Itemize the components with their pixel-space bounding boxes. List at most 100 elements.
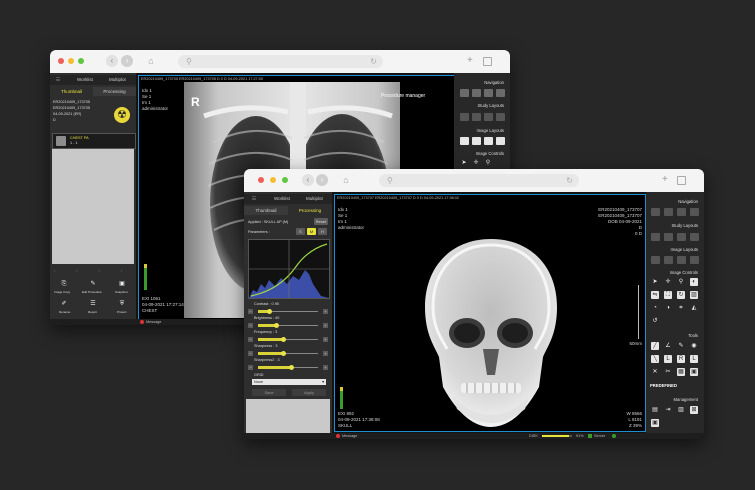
image-layout-tile[interactable] <box>664 256 673 264</box>
forward-arrow-icon[interactable]: › <box>316 174 328 186</box>
study-layout-tile[interactable] <box>651 233 660 241</box>
rotate-icon[interactable]: ↻ <box>677 291 685 299</box>
ruler-icon[interactable]: ╱ <box>651 342 659 350</box>
tab-worklist[interactable]: Worklist <box>77 75 93 85</box>
pan-icon[interactable]: ✛ <box>664 278 672 286</box>
study-layout-tile[interactable] <box>664 233 673 241</box>
new-tab-icon[interactable]: + <box>467 55 473 67</box>
save-icon[interactable]: ▣ <box>651 419 659 427</box>
report-icon[interactable]: ☰ <box>89 300 97 308</box>
crop-icon[interactable]: ⌗ <box>677 304 685 312</box>
marker-icon[interactable]: L <box>690 355 698 363</box>
magnify-icon[interactable]: ◔ <box>651 304 659 312</box>
navigation-tile[interactable] <box>690 208 699 216</box>
tabs-overview-icon[interactable] <box>483 57 492 66</box>
invert-icon[interactable]: ▨ <box>690 291 698 299</box>
study-layout-tile[interactable] <box>677 233 686 241</box>
reload-icon[interactable]: ↻ <box>566 174 573 187</box>
tabs-overview-icon[interactable] <box>677 176 686 185</box>
navigation-tile[interactable] <box>664 208 673 216</box>
close-dot[interactable] <box>258 177 264 183</box>
tab-worklist[interactable]: Worklist <box>274 194 290 204</box>
frequency-slider[interactable]: − + <box>248 337 328 342</box>
minus-icon[interactable]: − <box>248 309 253 314</box>
image-layout-tile[interactable] <box>651 256 660 264</box>
contrast-icon[interactable]: ◑ <box>664 304 672 312</box>
navigation-tile[interactable] <box>484 89 493 97</box>
navigation-tile[interactable] <box>472 89 481 97</box>
subtab-processing[interactable]: Processing <box>93 87 136 96</box>
reset-button[interactable]: Reset <box>314 218 328 225</box>
slider-knob[interactable] <box>289 365 294 370</box>
minus-icon[interactable]: − <box>248 365 253 370</box>
plus-icon[interactable]: + <box>323 365 328 370</box>
sharpness2-slider[interactable]: − + <box>248 365 328 370</box>
pointer-icon[interactable]: ➤ <box>460 159 468 167</box>
address-bar[interactable]: ⚲ ↻ <box>178 55 383 68</box>
subtab-thumbnail[interactable]: Thumbnail <box>244 206 288 215</box>
home-icon[interactable]: ⌂ <box>145 55 157 67</box>
shutter-icon[interactable]: ▣ <box>690 368 698 376</box>
study-layout-tile[interactable] <box>484 113 493 121</box>
back-arrow-icon[interactable]: ‹ <box>106 55 118 67</box>
pan-icon[interactable]: ✛ <box>472 159 480 167</box>
navigation-tile[interactable] <box>651 208 660 216</box>
left-marker-icon[interactable]: L <box>664 355 672 363</box>
reload-icon[interactable]: ↻ <box>370 55 377 68</box>
minus-icon[interactable]: − <box>248 337 253 342</box>
plus-icon[interactable]: + <box>323 323 328 328</box>
reset-view-icon[interactable]: ↺ <box>651 317 659 325</box>
snapshot-icon[interactable]: ▣ <box>118 280 126 288</box>
print-icon[interactable]: ▤ <box>651 406 659 414</box>
slider-knob[interactable] <box>281 351 286 356</box>
slider-knob[interactable] <box>274 323 279 328</box>
export-icon[interactable]: ⇥ <box>664 406 672 414</box>
pointer-icon[interactable]: ➤ <box>651 278 659 286</box>
grid-icon[interactable]: ▦ <box>677 368 685 376</box>
image-viewport[interactable]: ER20210409_173707 ER20210409_173707 D 0 … <box>334 194 646 432</box>
send-icon[interactable]: ▥ <box>677 406 685 414</box>
line-icon[interactable]: ╲ <box>651 355 659 363</box>
right-marker-icon[interactable]: R <box>677 355 685 363</box>
study-layout-tile[interactable] <box>690 233 699 241</box>
address-bar[interactable]: ⚲ ↻ <box>379 174 579 187</box>
param-s-button[interactable]: S <box>296 228 305 235</box>
subtab-processing[interactable]: Processing <box>288 206 332 215</box>
slider-knob[interactable] <box>281 337 286 342</box>
subtab-thumbnail[interactable]: Thumbnail <box>50 87 93 96</box>
image-layout-tile[interactable] <box>496 137 505 145</box>
slider-knob[interactable] <box>267 309 272 314</box>
fit-icon[interactable]: ⛶ <box>664 291 672 299</box>
home-icon[interactable]: ⌂ <box>340 174 352 186</box>
menu-icon[interactable]: ☷ <box>56 75 60 85</box>
minimize-dot[interactable] <box>68 58 74 64</box>
image-layout-tile[interactable] <box>484 137 493 145</box>
text-icon[interactable]: ◉ <box>690 342 698 350</box>
save-button[interactable]: Save <box>252 389 286 396</box>
series-thumbnail[interactable]: CHEST PA 1 - 1 <box>52 133 136 149</box>
annotation-icon[interactable]: ✎ <box>677 342 685 350</box>
minus-icon[interactable]: − <box>248 351 253 356</box>
navigation-tile[interactable] <box>496 89 505 97</box>
menu-icon[interactable]: ☷ <box>252 194 256 204</box>
image-layout-tile[interactable] <box>677 256 686 264</box>
grid-select[interactable]: None ▾ <box>252 379 326 385</box>
protect-icon[interactable]: ⛨ <box>118 300 126 308</box>
minus-icon[interactable]: − <box>248 323 253 328</box>
study-layout-tile[interactable] <box>472 113 481 121</box>
cross-icon[interactable]: ✕ <box>651 368 659 376</box>
contrast-slider[interactable]: − + <box>248 309 328 314</box>
new-tab-icon[interactable]: + <box>662 174 668 186</box>
plus-icon[interactable]: + <box>323 337 328 342</box>
zoom-icon[interactable]: ⚲ <box>484 159 492 167</box>
plus-icon[interactable]: + <box>323 351 328 356</box>
flip-horizontal-icon[interactable]: ⇋ <box>651 291 659 299</box>
maximize-dot[interactable] <box>282 177 288 183</box>
procedure-manager-label[interactable]: Procedure manager <box>381 93 425 99</box>
apply-button[interactable]: Apply <box>292 389 326 396</box>
rename-icon[interactable]: ✐ <box>60 300 68 308</box>
edit-procedure-icon[interactable]: ✎ <box>89 280 97 288</box>
angle-icon[interactable]: ∠ <box>664 342 672 350</box>
param-m-button[interactable]: M <box>307 228 316 235</box>
navigation-tile[interactable] <box>677 208 686 216</box>
